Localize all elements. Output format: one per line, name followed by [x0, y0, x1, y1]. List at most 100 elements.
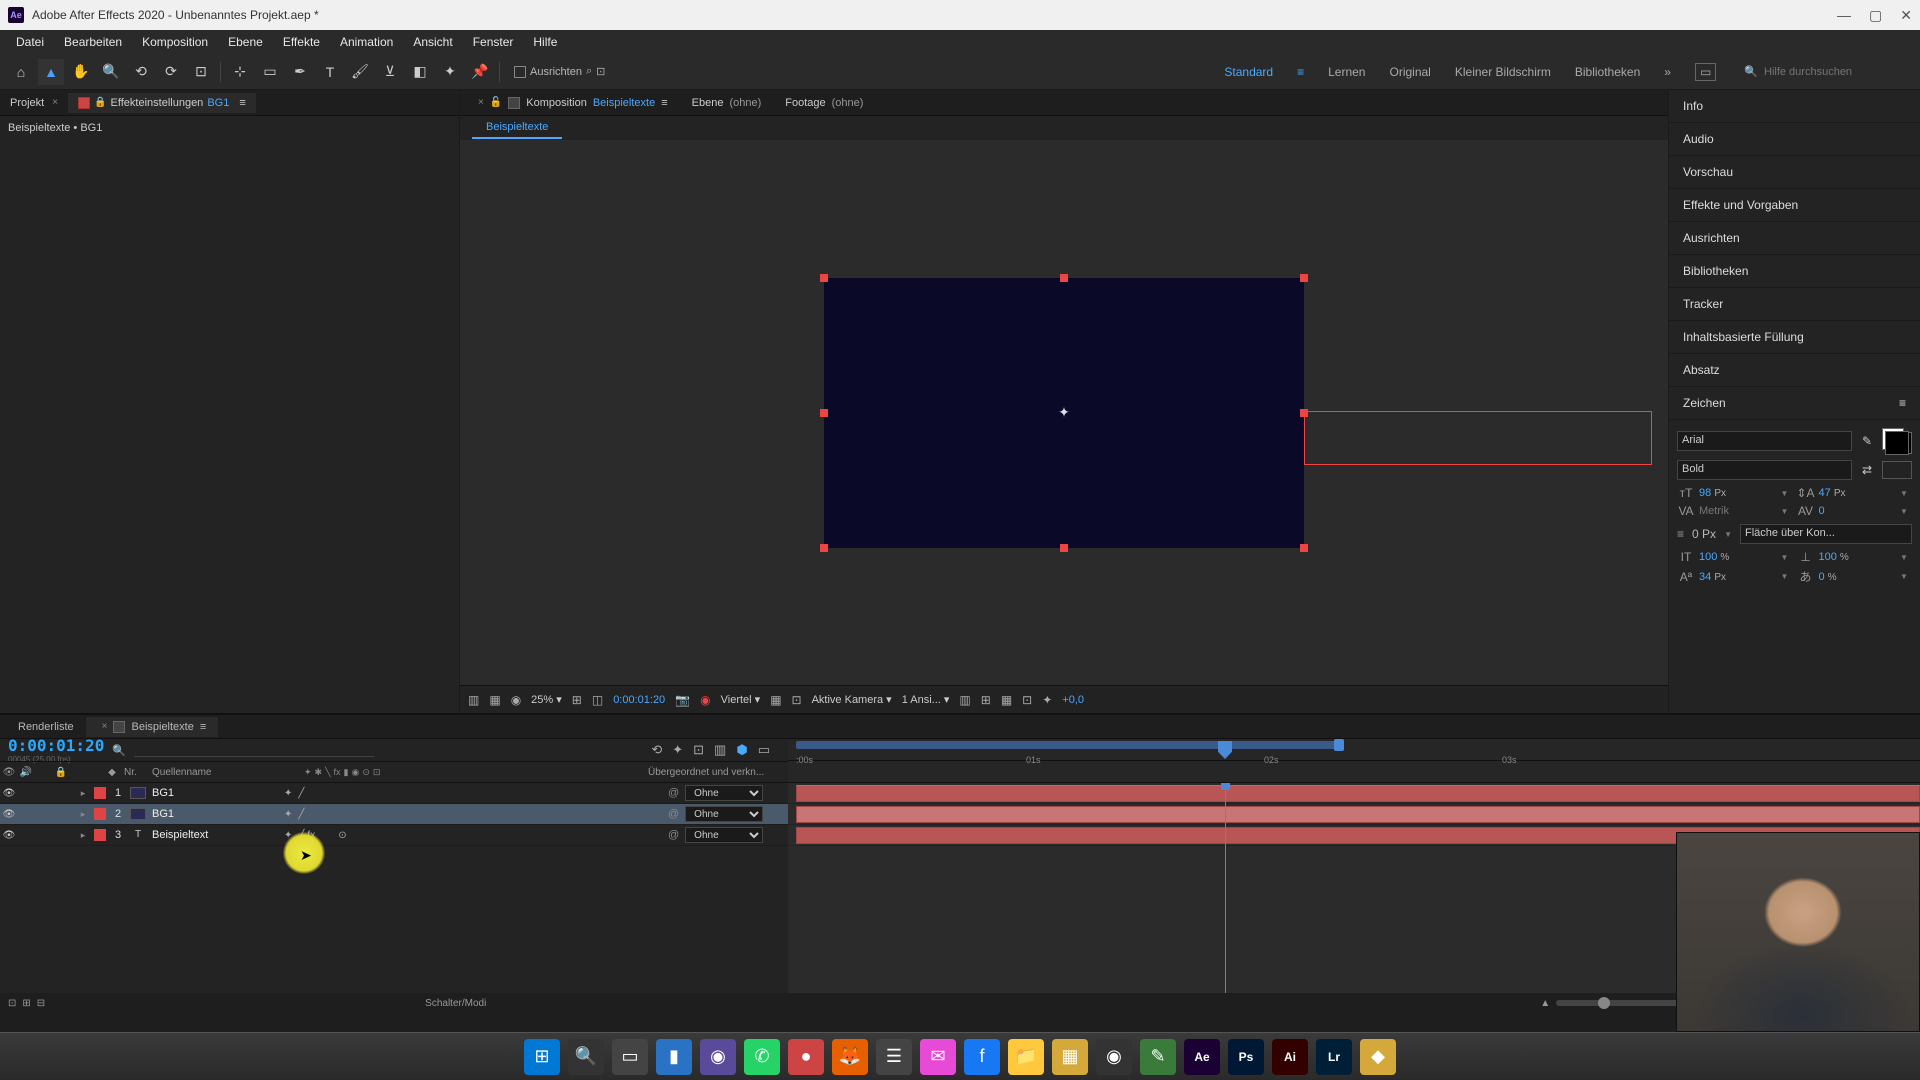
visibility-toggle[interactable]: 👁 [0, 830, 18, 841]
effects-tab[interactable]: 🔒 Effekteinstellungen BG1 ≡ [68, 93, 256, 113]
taskbar-app5[interactable]: ◆ [1360, 1039, 1396, 1075]
parent-dropdown[interactable]: Ohne [685, 785, 763, 801]
layer-label-color[interactable] [94, 808, 106, 820]
tsume-value[interactable]: 0 [1819, 571, 1825, 583]
time-ruler[interactable]: :00s 01s 02s 03s [788, 741, 1920, 761]
tl-icon[interactable]: ▭ [758, 742, 770, 758]
taskbar-lr[interactable]: Lr [1316, 1039, 1352, 1075]
menu-komposition[interactable]: Komposition [132, 32, 218, 52]
taskbar-facebook[interactable]: f [964, 1039, 1000, 1075]
snap-icon[interactable]: ⌕ [586, 65, 592, 78]
switch-icon[interactable]: ◉ [351, 767, 359, 778]
twirl-icon[interactable]: ▸ [76, 788, 90, 799]
parent-dropdown[interactable]: Ohne [685, 827, 763, 843]
twirl-icon[interactable]: ▸ [76, 830, 90, 841]
selection-handle[interactable] [1300, 544, 1308, 552]
tl-icon[interactable]: ⬢ [736, 742, 747, 758]
selection-handle[interactable] [1060, 274, 1068, 282]
switch-icon[interactable]: ╱ [298, 809, 304, 820]
menu-ebene[interactable]: Ebene [218, 32, 273, 52]
layer-row[interactable]: 👁 ▸ 1 BG1 ✦ ╱ @ Ohne [0, 783, 788, 804]
snap2-icon[interactable]: ⊡ [596, 65, 605, 78]
lock-icon[interactable]: 🔒 [94, 97, 106, 108]
taskbar-app2[interactable]: ● [788, 1039, 824, 1075]
parent-column[interactable]: Übergeordnet und verkn... [648, 767, 788, 778]
switch-icon[interactable]: ✦ [284, 830, 292, 841]
audio-column-icon[interactable]: 🔊 [18, 767, 34, 778]
layer-search-input[interactable] [134, 744, 374, 757]
transparency-icon[interactable]: ▦ [770, 693, 781, 707]
taskbar-whatsapp[interactable]: ✆ [744, 1039, 780, 1075]
workspace-bibliotheken[interactable]: Bibliotheken [1575, 65, 1640, 79]
pen-tool[interactable]: ✒ [287, 59, 313, 85]
panel-zeichen[interactable]: Zeichen≡ [1669, 387, 1920, 420]
playhead-line[interactable] [1225, 783, 1226, 993]
switch-icon[interactable]: ⊙ [362, 767, 370, 778]
vscale-value[interactable]: 100 [1699, 551, 1717, 563]
source-column[interactable]: Quellenname [144, 767, 304, 778]
eye-column-icon[interactable]: 👁 [0, 767, 18, 778]
fill-color-swatch[interactable] [1882, 428, 1904, 450]
composition-viewport[interactable]: ✦ [460, 140, 1668, 685]
lock-column-icon[interactable]: 🔒 [52, 767, 70, 778]
layer-row[interactable]: 👁 ▸ 2 BG1 ✦ ╱ @ Ohne [0, 804, 788, 825]
layer-name[interactable]: BG1 [150, 787, 280, 799]
help-search-input[interactable] [1764, 66, 1904, 78]
nr-column[interactable]: Nr. [124, 767, 144, 778]
lock-icon[interactable]: 🔓 [490, 97, 502, 108]
selection-handle[interactable] [820, 544, 828, 552]
views-dropdown[interactable]: 1 Ansi... ▾ [902, 693, 950, 706]
layer-bar[interactable] [796, 806, 1920, 823]
zoom-dropdown[interactable]: 25% ▾ [531, 693, 562, 706]
workspace-kleiner[interactable]: Kleiner Bildschirm [1455, 65, 1551, 79]
workspace-panel-icon[interactable]: ▭ [1695, 63, 1716, 81]
exposure-value[interactable]: +0,0 [1062, 694, 1084, 706]
orbit-tool[interactable]: ⟲ [128, 59, 154, 85]
tl-icon[interactable]: ▥ [714, 742, 726, 758]
roto-tool[interactable]: ✦ [437, 59, 463, 85]
brush-tool[interactable]: 🖌 [347, 59, 373, 85]
magnify-icon[interactable]: ▥ [468, 693, 479, 707]
leading-value[interactable]: 47 [1819, 487, 1831, 499]
switch-icon[interactable]: ✦ [304, 767, 312, 778]
vf-icon[interactable]: ⊞ [981, 693, 991, 707]
taskbar-ae[interactable]: Ae [1184, 1039, 1220, 1075]
taskbar-folder[interactable]: 📁 [1008, 1039, 1044, 1075]
menu-animation[interactable]: Animation [330, 32, 403, 52]
tracking-value[interactable]: 0 [1819, 505, 1897, 517]
layer-name[interactable]: Beispieltext [150, 829, 280, 841]
taskbar-start[interactable]: ⊞ [524, 1039, 560, 1075]
anchor-point-icon[interactable]: ✦ [1057, 406, 1071, 420]
snapshot-icon[interactable]: 📷 [675, 693, 690, 707]
parent-dropdown[interactable]: Ohne [685, 806, 763, 822]
workspace-menu-icon[interactable]: ≡ [1297, 65, 1304, 79]
chevron-down-icon[interactable]: ▼ [1781, 489, 1793, 498]
panel-effekte[interactable]: Effekte und Vorgaben [1669, 189, 1920, 222]
panel-audio[interactable]: Audio [1669, 123, 1920, 156]
zoom-out-icon[interactable]: ▲ [1540, 998, 1550, 1009]
switch-icon[interactable]: ✦ [284, 788, 292, 799]
shy-column-icon[interactable]: ◆ [100, 767, 124, 778]
chevron-down-icon[interactable]: ▼ [1900, 507, 1912, 516]
switch-icon[interactable]: ╲ [325, 767, 330, 778]
pickwhip-icon[interactable]: @ [668, 808, 679, 820]
align-checkbox[interactable] [514, 66, 526, 78]
playhead[interactable] [1218, 741, 1232, 759]
taskbar-app4[interactable]: ▦ [1052, 1039, 1088, 1075]
selection-handle[interactable] [820, 409, 828, 417]
zoom-tool[interactable]: 🔍 [98, 59, 124, 85]
mask-icon[interactable]: ◉ [511, 693, 521, 707]
panel-menu-icon[interactable]: ≡ [1899, 396, 1906, 410]
layer-row[interactable]: 👁 ▸ 3 T Beispieltext ✦ ╱ fx ⊙ @ Ohne [0, 825, 788, 846]
selection-handle[interactable] [1300, 274, 1308, 282]
text-tool[interactable]: T [317, 59, 343, 85]
project-tab[interactable]: Projekt× [0, 93, 68, 113]
close-icon[interactable]: × [52, 97, 58, 108]
menu-hilfe[interactable]: Hilfe [523, 32, 567, 52]
maximize-button[interactable]: ▢ [1869, 7, 1882, 24]
taskbar-obs[interactable]: ◉ [1096, 1039, 1132, 1075]
toggle-switches-icon[interactable]: ⊞ [22, 998, 30, 1009]
menu-effekte[interactable]: Effekte [273, 32, 330, 52]
panel-ausrichten[interactable]: Ausrichten [1669, 222, 1920, 255]
hand-tool[interactable]: ✋ [68, 59, 94, 85]
